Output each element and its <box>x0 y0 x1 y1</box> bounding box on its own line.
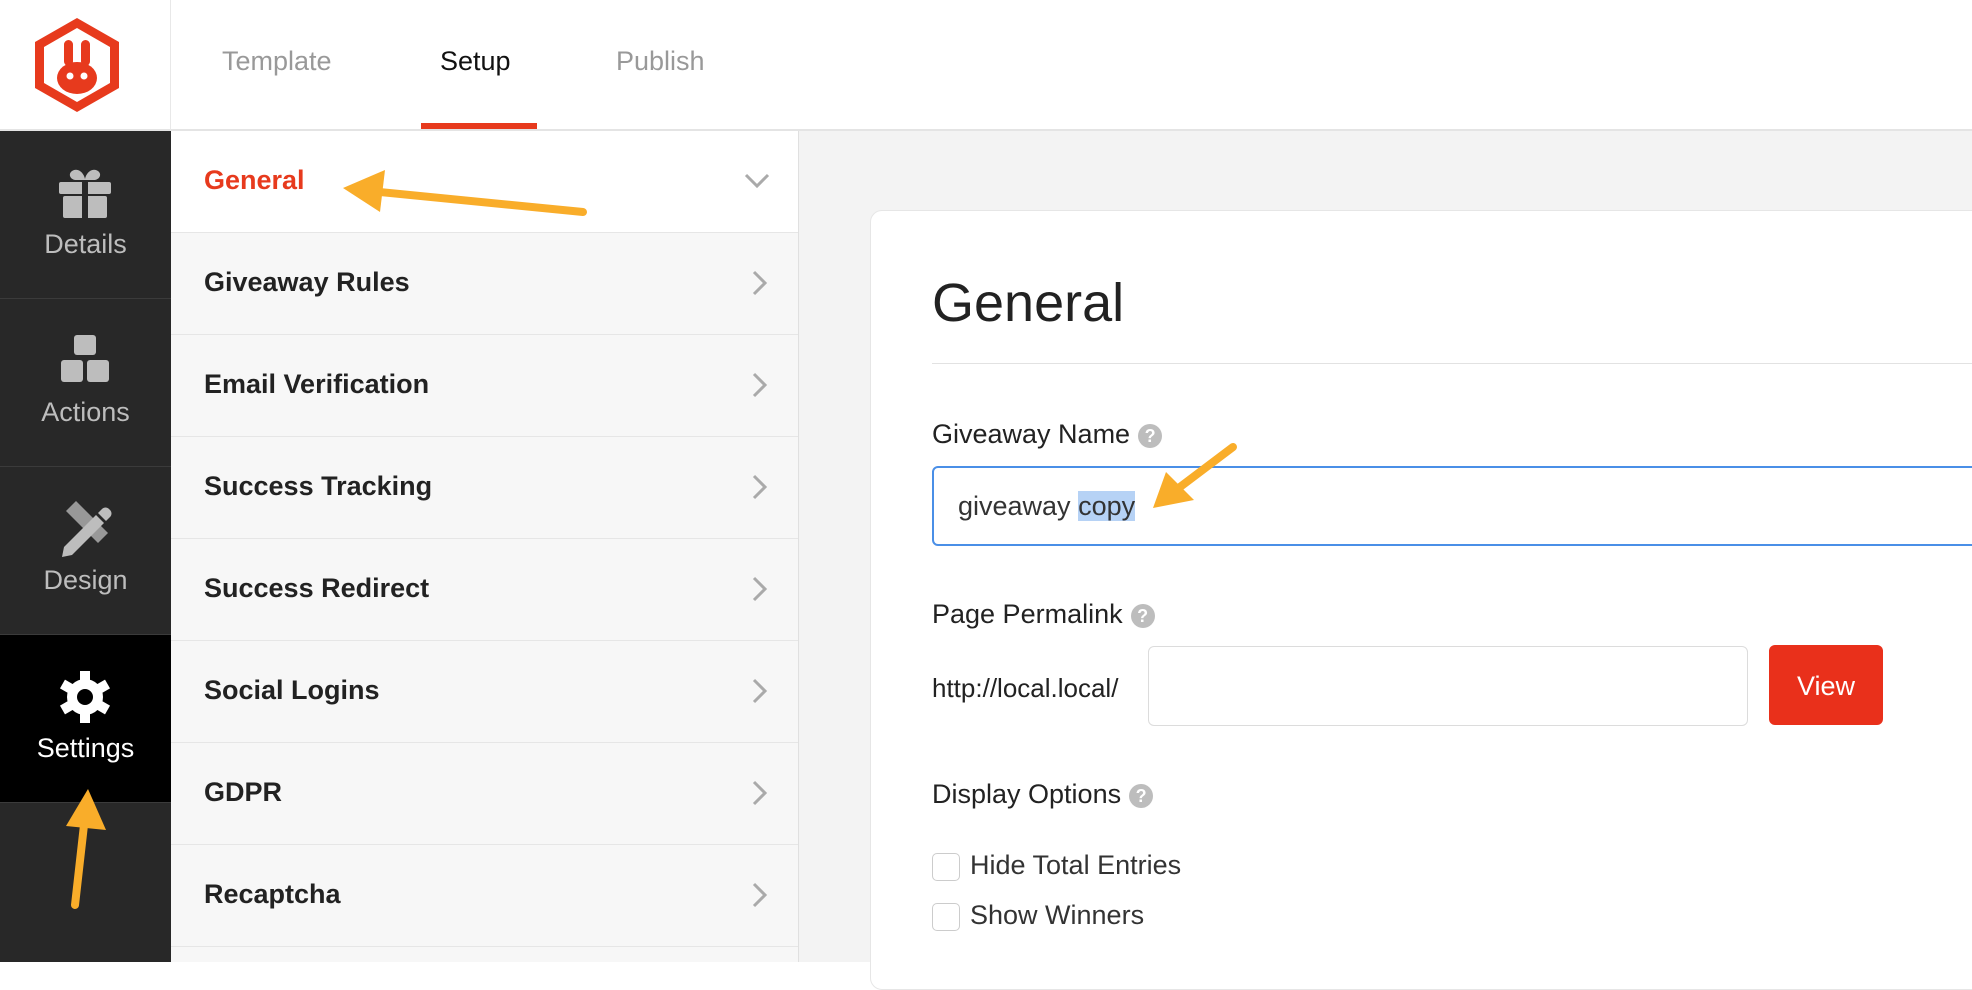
page-permalink-label: Page Permalink? <box>932 599 1155 630</box>
show-winners-option[interactable]: Show Winners <box>932 900 1144 931</box>
submenu-item-social-logins[interactable]: Social Logins <box>171 641 798 743</box>
chevron-right-icon <box>752 372 768 398</box>
page-permalink-label-text: Page Permalink <box>932 599 1123 629</box>
tab-publish[interactable]: Publish <box>616 46 705 77</box>
tab-setup[interactable]: Setup <box>440 46 511 77</box>
gift-icon <box>59 169 111 218</box>
hide-total-entries-label: Hide Total Entries <box>970 850 1182 880</box>
permalink-prefix: http://local.local/ <box>932 673 1119 703</box>
giveaway-name-label: Giveaway Name? <box>932 419 1163 450</box>
logo[interactable] <box>0 0 171 131</box>
sidebar-item-label: Settings <box>36 733 135 763</box>
submenu-item-label: Recaptcha <box>204 879 341 909</box>
chevron-right-icon <box>752 882 768 908</box>
sidebar-item-details[interactable]: Details <box>0 131 171 299</box>
submenu-item-label: General <box>204 165 305 195</box>
submenu-item-label: Email Verification <box>204 369 430 399</box>
gear-icon <box>59 671 111 723</box>
submenu-item-email-verification[interactable]: Email Verification <box>171 335 798 437</box>
sidebar-item-actions[interactable]: Actions <box>0 299 171 467</box>
sidebar-item-label: Design <box>43 565 128 595</box>
giveaway-name-label-text: Giveaway Name <box>932 419 1131 449</box>
hide-total-entries-checkbox[interactable] <box>932 852 960 881</box>
giveaway-name-input[interactable]: giveaway copy <box>932 466 1972 546</box>
chevron-right-icon <box>752 780 768 806</box>
title-divider <box>932 363 1972 364</box>
help-icon[interactable]: ? <box>1129 783 1154 808</box>
submenu-item-label: Success Redirect <box>204 573 430 603</box>
setup-submenu: General Giveaway Rules Email Verificatio… <box>171 131 799 962</box>
chevron-right-icon <box>752 678 768 704</box>
submenu-item-label: Giveaway Rules <box>204 267 410 297</box>
sidebar-item-label: Details <box>44 229 127 259</box>
giveaway-name-selected-text: copy <box>1078 491 1136 521</box>
hide-total-entries-option[interactable]: Hide Total Entries <box>932 850 1181 881</box>
top-bar: Template Setup Publish <box>0 0 1972 131</box>
submenu-item-label: GDPR <box>204 777 283 807</box>
sidebar-item-design[interactable]: Design <box>0 467 171 635</box>
show-winners-label: Show Winners <box>970 900 1145 930</box>
submenu-item-recaptcha[interactable]: Recaptcha <box>171 845 798 947</box>
pencil-ruler-icon <box>62 501 112 557</box>
display-options-label-text: Display Options <box>932 779 1122 809</box>
tab-template[interactable]: Template <box>222 46 332 77</box>
permalink-input[interactable] <box>1148 646 1748 726</box>
active-tab-indicator <box>421 123 537 129</box>
display-options-label: Display Options? <box>932 779 1154 810</box>
show-winners-checkbox[interactable] <box>932 902 960 931</box>
sidebar: Details Actions Design Settings <box>0 131 171 962</box>
submenu-item-giveaway-rules[interactable]: Giveaway Rules <box>171 233 798 335</box>
cubes-icon <box>61 335 109 382</box>
rabbit-hexagon-logo-icon <box>35 18 119 112</box>
page-title: General <box>932 273 1125 333</box>
chevron-right-icon <box>752 270 768 296</box>
submenu-item-gdpr[interactable]: GDPR <box>171 743 798 845</box>
help-icon[interactable]: ? <box>1130 603 1155 628</box>
submenu-item-success-redirect[interactable]: Success Redirect <box>171 539 798 641</box>
chevron-right-icon <box>752 576 768 602</box>
sidebar-item-settings[interactable]: Settings <box>0 635 171 803</box>
view-button[interactable]: View <box>1769 645 1883 725</box>
submenu-item-general[interactable]: General <box>171 131 798 233</box>
sidebar-item-label: Actions <box>41 397 130 427</box>
submenu-item-label: Success Tracking <box>204 471 433 501</box>
chevron-right-icon <box>752 474 768 500</box>
submenu-item-success-tracking[interactable]: Success Tracking <box>171 437 798 539</box>
giveaway-name-value: giveaway <box>958 491 1079 521</box>
submenu-item-label: Social Logins <box>204 675 380 705</box>
help-icon[interactable]: ? <box>1138 423 1163 448</box>
chevron-down-icon <box>744 173 770 189</box>
